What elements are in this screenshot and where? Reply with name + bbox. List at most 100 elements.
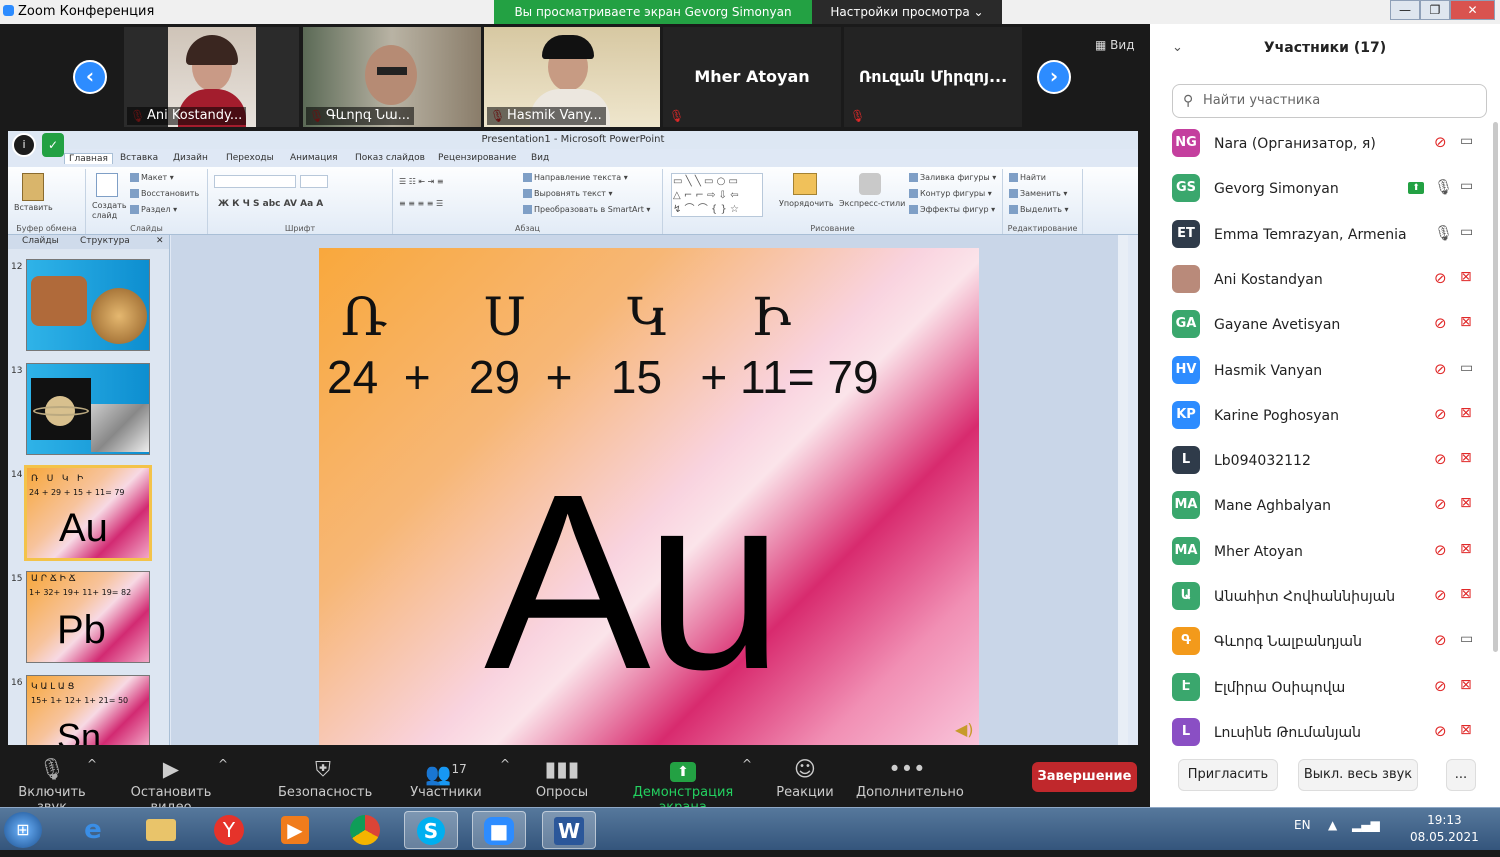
participant-scrollbar[interactable]: [1493, 122, 1498, 652]
participant-row[interactable]: L Lb094032112 ⊘ ⊠: [1150, 440, 1490, 485]
zoom-taskbar-icon[interactable]: ■: [472, 811, 526, 849]
muted-mic-icon[interactable]: ⊘: [1434, 269, 1447, 287]
tab-slideshow[interactable]: Показ слайдов: [355, 153, 425, 163]
video-off-icon[interactable]: ⊠: [1460, 722, 1472, 738]
participant-row[interactable]: NG Nara (Организатор, я) ⊘ ▭: [1150, 123, 1490, 168]
participant-row[interactable]: KP Karine Poghosyan ⊘ ⊠: [1150, 395, 1490, 440]
close-button[interactable]: ✕: [1450, 0, 1495, 20]
participant-row[interactable]: L Լուսինե Թումանյան ⊘ ⊠: [1150, 712, 1490, 747]
list-buttons[interactable]: ☰ ☷ ⇤ ⇥ ≡: [399, 177, 444, 186]
end-meeting-button[interactable]: Завершение: [1032, 762, 1137, 792]
participant-row[interactable]: MA Mher Atoyan ⊘ ⊠: [1150, 531, 1490, 576]
video-off-icon[interactable]: ⊠: [1460, 450, 1472, 466]
shapes-gallery[interactable]: ▭ ╲ ╲ ▭ ○ ▭ △ ⌐ ⌐ ⇨ ⇩ ⇦ ↯ ⌒ ⌒ { } ☆: [671, 173, 763, 217]
participant-row[interactable]: ET Emma Temrazyan, Armenia 🎙 ▭: [1150, 214, 1490, 259]
prev-page-button[interactable]: ‹: [73, 60, 107, 94]
video-tile-mher[interactable]: Mher Atoyan 🎙: [663, 27, 841, 127]
mute-all-button[interactable]: Выкл. весь звук: [1298, 759, 1418, 791]
share-screen-button[interactable]: ⬆ Демонстрация экрана: [612, 755, 754, 815]
participant-row[interactable]: HV Hasmik Vanyan ⊘ ▭: [1150, 350, 1490, 395]
more-options-button[interactable]: ...: [1446, 759, 1476, 791]
participant-row[interactable]: Ա Անահիտ Հովհաննիսյան ⊘ ⊠: [1150, 576, 1490, 621]
minimize-button[interactable]: —: [1390, 0, 1420, 20]
muted-mic-icon[interactable]: ⊘: [1434, 314, 1447, 332]
replace-button[interactable]: Заменить ▾: [1009, 189, 1067, 198]
slide-thumbnail-15[interactable]: Ա Ր Ճ Ի Ճ 1+ 32+ 19+ 11+ 19= 82 Pb: [26, 571, 150, 663]
video-camera-icon[interactable]: ▭: [1460, 360, 1473, 376]
slide-scrollbar[interactable]: [1118, 235, 1128, 745]
tray-expand-icon[interactable]: ▲: [1328, 818, 1337, 832]
font-size-box[interactable]: [300, 175, 328, 188]
muted-mic-icon[interactable]: ⊘: [1434, 586, 1447, 604]
video-camera-icon[interactable]: ▭: [1460, 133, 1473, 149]
tab-animation[interactable]: Анимация: [290, 153, 338, 163]
video-off-icon[interactable]: ⊠: [1460, 677, 1472, 693]
mic-icon[interactable]: 🎙: [1434, 178, 1453, 196]
network-icon[interactable]: ▂▄▆: [1352, 818, 1380, 832]
slide-thumbnail-16[interactable]: Կ Ա Լ Ա Ց 15+ 1+ 12+ 1+ 21= 50 Sn: [26, 675, 150, 745]
polls-button[interactable]: ▮▮▮ Опросы: [534, 755, 590, 800]
video-off-icon[interactable]: ⊠: [1460, 314, 1472, 330]
tab-slides[interactable]: Слайды: [22, 236, 59, 246]
video-camera-icon[interactable]: ▭: [1460, 631, 1473, 647]
view-button[interactable]: ▦ Вид: [1095, 38, 1134, 52]
muted-mic-icon[interactable]: ⊘: [1434, 133, 1447, 151]
find-button[interactable]: Найти: [1009, 173, 1046, 182]
video-tile-ani[interactable]: 🎙 Ani Kostandy...: [124, 27, 299, 127]
shape-outline-button[interactable]: Контур фигуры ▾: [909, 189, 992, 198]
yandex-browser-icon[interactable]: Y: [202, 811, 256, 849]
layout-button[interactable]: Макет ▾: [130, 173, 174, 182]
muted-mic-icon[interactable]: ⊘: [1434, 405, 1447, 423]
new-slide-icon[interactable]: [96, 173, 118, 197]
tab-view[interactable]: Вид: [531, 153, 549, 163]
muted-mic-icon[interactable]: ⊘: [1434, 495, 1447, 513]
unmute-button[interactable]: 🎙 Включить звук: [4, 755, 100, 815]
shape-fill-button[interactable]: Заливка фигуры ▾: [909, 173, 996, 182]
shape-effects-button[interactable]: Эффекты фигур ▾: [909, 205, 995, 214]
close-panel-icon[interactable]: ✕: [156, 236, 164, 246]
align-text-button[interactable]: Выровнять текст ▾: [523, 189, 612, 198]
participant-row[interactable]: Է Էլմիրա Օսիպովա ⊘ ⊠: [1150, 667, 1490, 712]
stop-video-button[interactable]: ▶ Остановить видео: [112, 755, 230, 815]
video-camera-icon[interactable]: ▭: [1460, 224, 1473, 240]
smartart-button[interactable]: Преобразовать в SmartArt ▾: [523, 205, 650, 214]
current-slide[interactable]: Ռ Ս Կ Ի 24 + 29 + 15 + 11= 79 Au ◀): [319, 248, 979, 745]
tab-insert[interactable]: Вставка: [120, 153, 158, 163]
muted-mic-icon[interactable]: ⊘: [1434, 722, 1447, 740]
video-off-icon[interactable]: ⊠: [1460, 495, 1472, 511]
tab-outline[interactable]: Структура: [80, 236, 130, 246]
security-button[interactable]: ⛨ Безопасность: [278, 755, 372, 800]
quick-styles-icon[interactable]: [859, 173, 881, 195]
media-player-icon[interactable]: ▶: [268, 811, 322, 849]
tab-review[interactable]: Рецензирование: [438, 153, 516, 163]
system-clock[interactable]: 19:13 08.05.2021: [1410, 812, 1479, 846]
align-buttons[interactable]: ≡ ≡ ≡ ≡ ☰: [399, 199, 443, 208]
video-tile-gevorg-n[interactable]: 🎙 Գևորգ Նա...: [303, 27, 481, 127]
participant-search-input[interactable]: ⚲ Найти участника: [1172, 84, 1487, 118]
muted-mic-icon[interactable]: ⊘: [1434, 677, 1447, 695]
video-tile-hasmik[interactable]: 🎙 Hasmik Vany...: [484, 27, 660, 127]
participant-row[interactable]: GA Gayane Avetisyan ⊘ ⊠: [1150, 304, 1490, 349]
skype-icon[interactable]: S: [404, 811, 458, 849]
info-icon[interactable]: i: [12, 133, 36, 157]
mic-icon[interactable]: 🎙: [1434, 224, 1453, 242]
slide-thumbnail-13[interactable]: [26, 363, 150, 455]
maximize-button[interactable]: ❐: [1420, 0, 1450, 20]
participant-row[interactable]: MA Mane Aghbalyan ⊘ ⊠: [1150, 485, 1490, 530]
video-camera-icon[interactable]: ▭: [1460, 178, 1473, 194]
muted-mic-icon[interactable]: ⊘: [1434, 631, 1447, 649]
section-button[interactable]: Раздел ▾: [130, 205, 177, 214]
video-off-icon[interactable]: ⊠: [1460, 541, 1472, 557]
participant-row[interactable]: GS Gevorg Simonyan ⬆ 🎙 ▭: [1150, 168, 1490, 213]
next-page-button[interactable]: ›: [1037, 60, 1071, 94]
view-settings-button[interactable]: Настройки просмотра ⌄: [812, 0, 1002, 24]
reactions-button[interactable]: ☺ Реакции: [776, 755, 834, 800]
powerpoint-word-icon[interactable]: W: [542, 811, 596, 849]
internet-explorer-icon[interactable]: e: [66, 811, 120, 849]
tab-design[interactable]: Дизайн: [173, 153, 208, 163]
tab-transitions[interactable]: Переходы: [226, 153, 274, 163]
select-button[interactable]: Выделить ▾: [1009, 205, 1069, 214]
bold-italic-underline-buttons[interactable]: Ж К Ч S abc AV Aa A: [218, 199, 323, 209]
participant-row[interactable]: Գ Գևորգ Նալբանդյան ⊘ ▭: [1150, 621, 1490, 666]
text-direction-button[interactable]: Направление текста ▾: [523, 173, 628, 182]
